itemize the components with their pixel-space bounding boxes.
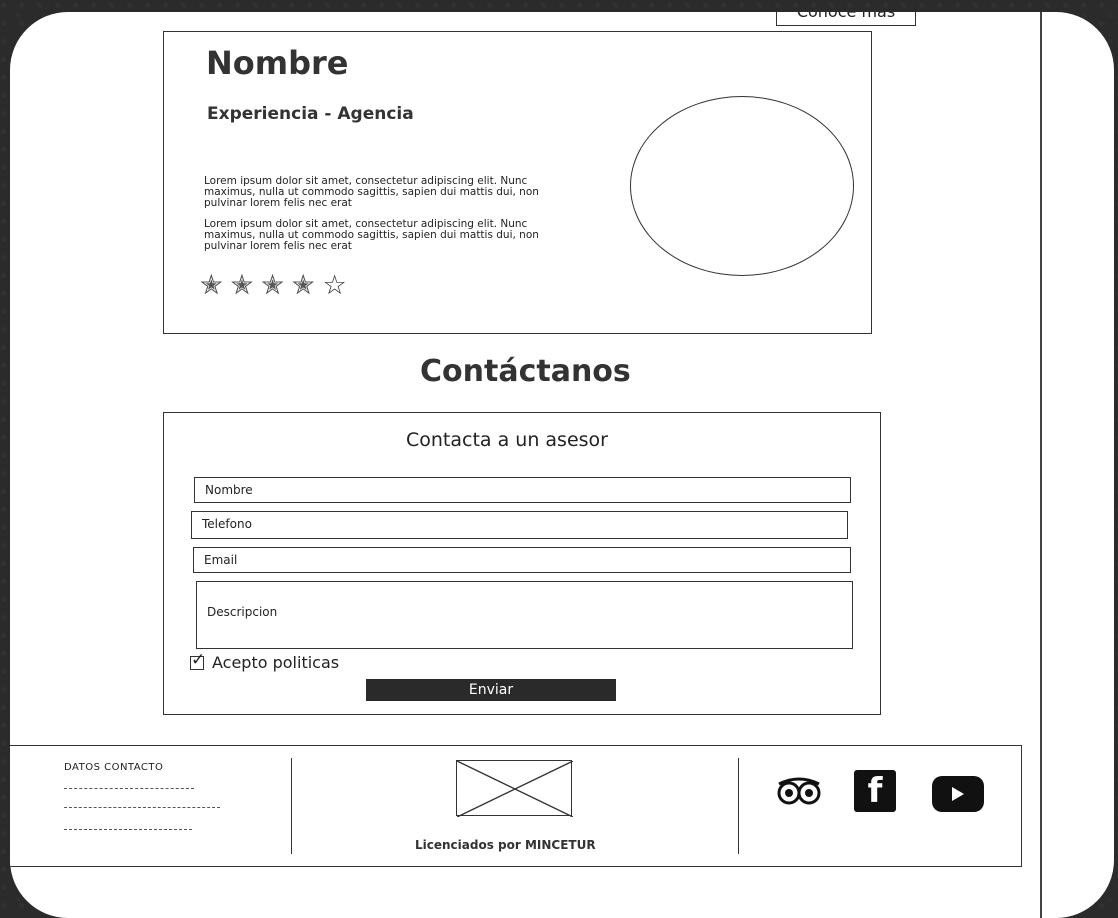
accept-policies-checkbox[interactable] [190,650,205,670]
contact-form: Contacta a un asesor Nombre Telefono Ema… [163,412,881,715]
tripadvisor-icon[interactable] [774,776,824,806]
name-field[interactable]: Nombre [194,477,851,503]
page-frame: Conoce más Nombre Experiencia - Agencia … [10,12,1042,918]
play-triangle-icon [952,787,964,801]
profile-paragraph-1: Lorem ipsum dolor sit amet, consectetur … [204,175,539,209]
footer-divider-right [738,758,739,854]
star-filled-icon: ✭ [261,270,284,301]
license-text: Licenciados por MINCETUR [415,838,596,852]
footer-contact-title: DATOS CONTACTO [64,762,164,773]
contact-line-1 [64,788,194,789]
contact-section-title: Contáctanos [420,354,631,389]
star-empty-icon: ☆ [322,270,347,301]
form-title: Contacta a un asesor [406,429,608,451]
profile-card: Nombre Experiencia - Agencia Lorem ipsum… [163,31,872,334]
footer-divider-left [291,758,292,854]
submit-button[interactable]: Enviar [366,679,616,701]
star-filled-icon: ✭ [230,270,254,301]
contact-line-2 [64,807,220,808]
top-cta-button[interactable]: Conoce más [776,12,916,26]
license-image-placeholder [456,760,573,817]
rating-stars: ✭ ✭ ✭ ✭ ☆ [200,270,347,301]
facebook-icon[interactable]: f [854,770,896,812]
description-field[interactable]: Descripcion [196,581,853,649]
profile-paragraph-2: Lorem ipsum dolor sit amet, consectetur … [204,218,539,252]
star-filled-icon: ✭ [291,270,315,301]
page-sheet: Conoce más Nombre Experiencia - Agencia … [10,12,1114,918]
profile-subtitle: Experiencia - Agencia [207,104,414,124]
accept-policies-label: Acepto politicas [212,653,340,672]
phone-field[interactable]: Telefono [191,511,848,539]
contact-line-3 [64,829,192,830]
profile-photo-placeholder [630,96,854,276]
email-field[interactable]: Email [193,547,851,573]
profile-name: Nombre [206,44,349,82]
facebook-glyph: f [867,771,883,811]
star-filled-icon: ✭ [200,270,223,301]
accept-policies-row[interactable]: Acepto politicas [190,650,340,672]
footer: DATOS CONTACTO Licenciados por MINCETUR [10,745,1022,867]
youtube-icon[interactable] [932,776,984,812]
